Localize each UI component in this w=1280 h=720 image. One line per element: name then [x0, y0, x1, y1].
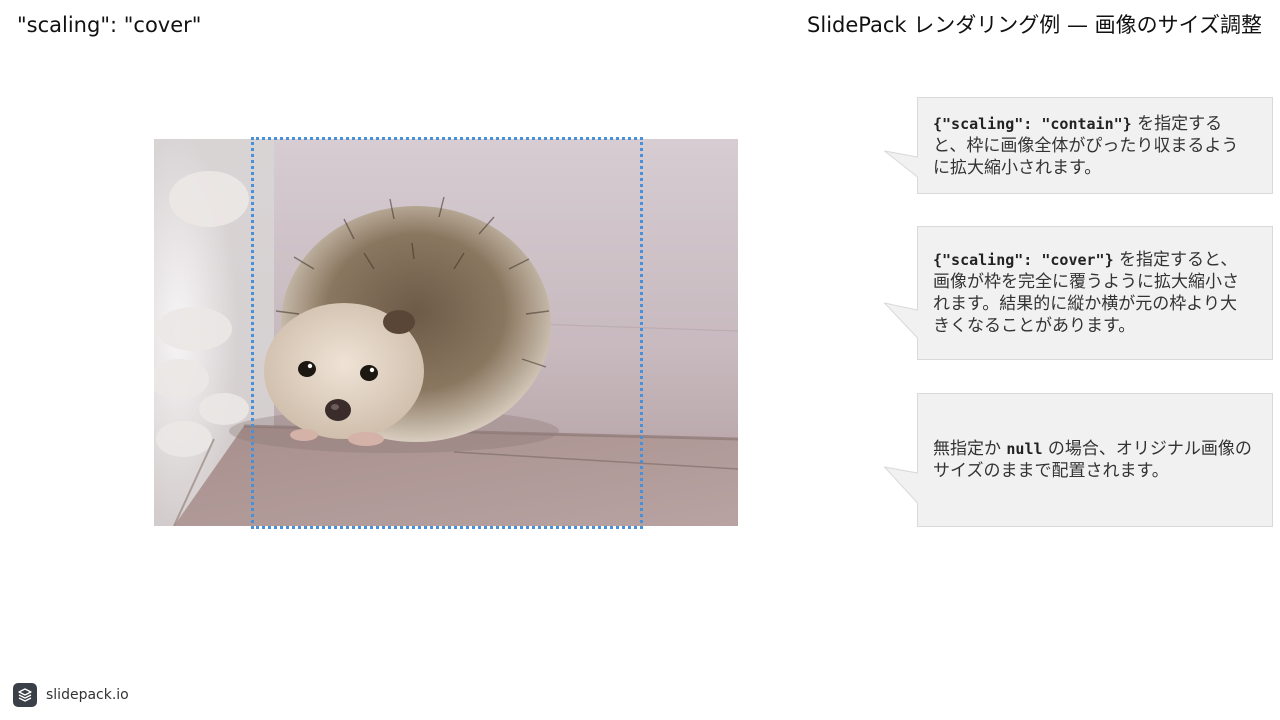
footer: slidepack.io	[13, 683, 129, 707]
callout-cover: {"scaling": "cover"} を指定すると、画像が枠を完全に覆うよう…	[884, 226, 1273, 360]
callout-prefix: 無指定か	[933, 439, 1007, 459]
slidepack-logo-icon	[13, 683, 37, 707]
callout-none: 無指定か null の場合、オリジナル画像のサイズのままで配置されます。	[884, 393, 1273, 527]
footer-brand: slidepack.io	[46, 687, 129, 703]
slide-label: "scaling": "cover"	[17, 13, 202, 37]
frame-outline	[251, 137, 643, 529]
slide: "scaling": "cover" SlidePack レンダリング例 — 画…	[0, 0, 1280, 720]
callout-contain: {"scaling": "contain"} を指定すると、枠に画像全体がぴった…	[884, 97, 1273, 194]
callout-text: {"scaling": "cover"} を指定すると、画像が枠を完全に覆うよう…	[933, 249, 1253, 337]
callout-code: {"scaling": "contain"}	[933, 115, 1132, 133]
callout-text: {"scaling": "contain"} を指定すると、枠に画像全体がぴった…	[933, 113, 1253, 179]
callout-code: {"scaling": "cover"}	[933, 251, 1114, 269]
callout-text: 無指定か null の場合、オリジナル画像のサイズのままで配置されます。	[933, 438, 1253, 482]
slide-title: SlidePack レンダリング例 — 画像のサイズ調整	[807, 13, 1262, 37]
callout-code: null	[1006, 440, 1043, 458]
